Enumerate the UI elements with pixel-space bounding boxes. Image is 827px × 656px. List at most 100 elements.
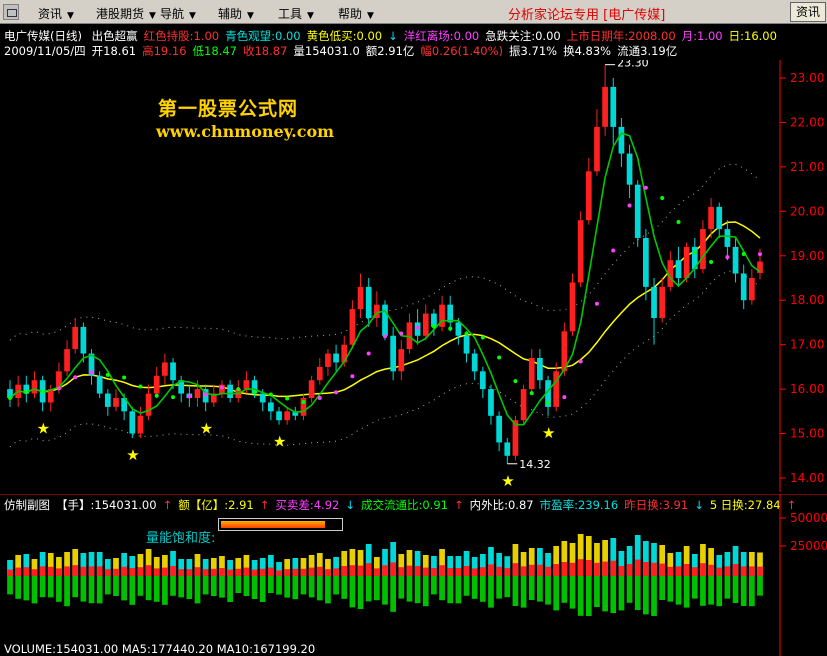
volume-bar-inner	[626, 564, 633, 576]
menu-tools[interactable]: 工具 ▼	[278, 5, 314, 22]
trend-dot	[692, 250, 697, 255]
volume-bar-inner	[104, 569, 111, 576]
candle-body	[520, 389, 527, 421]
trend-dot	[758, 252, 762, 257]
menu-navigate[interactable]: 导航 ▼	[160, 5, 196, 22]
volume-bar-inner	[268, 567, 274, 576]
volume-bar-inner	[113, 568, 119, 576]
candle-body	[569, 282, 576, 332]
turnover-bar	[626, 576, 633, 603]
indicator-item: 日:16.00	[728, 29, 777, 43]
trend-dot	[154, 393, 159, 398]
turnover-bar	[23, 576, 30, 601]
turnover-bar	[447, 576, 454, 604]
stock-title: 电广传媒(日线)	[4, 29, 82, 43]
candle-body	[170, 362, 176, 381]
turnover-bar	[259, 576, 266, 602]
volume-bar-inner	[610, 560, 617, 576]
turnover-bar	[512, 576, 519, 606]
turnover-bar	[251, 576, 258, 599]
candle-body	[308, 380, 315, 398]
trend-dot	[725, 255, 730, 260]
menu-help[interactable]: 帮助 ▼	[338, 5, 374, 22]
turnover-bar	[390, 576, 397, 612]
candle-body	[488, 389, 494, 416]
volume-bar-inner	[382, 565, 388, 576]
volume-bar-inner	[170, 566, 176, 576]
turnover-bar	[471, 576, 478, 599]
candle-body	[145, 393, 152, 416]
turnover-bar	[47, 576, 54, 598]
trend-dot	[219, 385, 224, 390]
candle-body	[113, 398, 119, 407]
quote-item: 低18.47	[192, 44, 237, 58]
volume-bar-inner	[757, 566, 763, 576]
price-chart[interactable]: 23.00 22.00 21.00 20.00 19.00 18.00 17.00 16.00…	[0, 60, 827, 492]
trend-dot	[676, 220, 681, 224]
candle-body	[162, 362, 168, 376]
volume-bar-inner	[594, 562, 600, 576]
turnover-bar	[333, 576, 339, 595]
chevron-down-icon: ▼	[189, 11, 196, 21]
quote-item: 高19.16	[142, 44, 187, 58]
quote-item: 2009/11/05/四	[4, 44, 86, 58]
y-axis-tick-label: 20.00	[790, 204, 824, 218]
candle-body	[732, 246, 739, 274]
indicator-item: ↓	[388, 29, 398, 43]
volume-bar-inner	[243, 567, 250, 576]
indicator-item: 月:1.00	[681, 29, 723, 43]
volume-bar-inner	[210, 568, 217, 576]
turnover-bar	[455, 576, 462, 604]
turnover-bar	[276, 576, 282, 595]
volume-bar-inner	[284, 569, 291, 576]
turnover-bar	[537, 576, 543, 602]
y-axis-tick-label: 14.00	[790, 471, 824, 485]
turnover-bar	[594, 576, 600, 607]
volume-bar-inner	[675, 566, 682, 576]
volume-bar-inner	[162, 567, 168, 576]
volume-bar-inner	[390, 562, 397, 576]
news-button[interactable]: 资讯	[790, 2, 826, 22]
quote-item: 量154031.0	[293, 44, 360, 58]
indicator-item: 出色超赢	[91, 29, 138, 43]
volume-bar-inner	[7, 569, 13, 576]
volume-bar-inner	[121, 566, 127, 576]
trend-dot	[301, 400, 306, 404]
candle-body	[724, 229, 731, 247]
candle-body	[651, 286, 657, 318]
quote-item: 幅0.26(1.40%)	[420, 44, 504, 58]
candle-body	[316, 366, 323, 381]
turnover-bar	[121, 576, 127, 601]
candle-body	[528, 358, 535, 390]
app-icon[interactable]	[3, 4, 19, 20]
volume-bar-inner	[316, 566, 323, 576]
volume-bar-inner	[691, 567, 698, 576]
volume-chart[interactable]: 50000 25000	[0, 494, 827, 656]
trend-dot	[24, 390, 29, 395]
trend-dot	[366, 351, 371, 356]
turnover-bar	[7, 576, 13, 595]
volume-bar-inner	[251, 569, 258, 576]
volume-bar-inner	[88, 566, 95, 576]
menu-assist[interactable]: 辅助 ▼	[218, 5, 254, 22]
turnover-bar	[382, 576, 388, 605]
trend-dot	[383, 334, 387, 339]
volume-bar-inner	[700, 563, 706, 576]
volume-bar-inner	[137, 567, 144, 576]
volume-bar-inner	[145, 565, 152, 576]
turnover-bar	[716, 576, 723, 607]
trend-dot	[660, 196, 665, 200]
menu-hk-futures[interactable]: 港股期货 ▼	[96, 5, 156, 22]
candle-body	[748, 278, 755, 301]
turnover-bar	[504, 576, 511, 598]
candle-body	[129, 411, 136, 434]
candle-body	[259, 393, 266, 403]
menu-info[interactable]: 资讯 ▼	[38, 5, 74, 22]
trend-dot	[578, 359, 583, 364]
volume-bar-inner	[643, 562, 649, 576]
turnover-bar	[553, 576, 560, 611]
turnover-bar	[186, 576, 193, 599]
turnover-bar	[585, 576, 592, 616]
volume-bar-inner	[129, 568, 136, 576]
menu-label: 导航	[160, 7, 185, 21]
